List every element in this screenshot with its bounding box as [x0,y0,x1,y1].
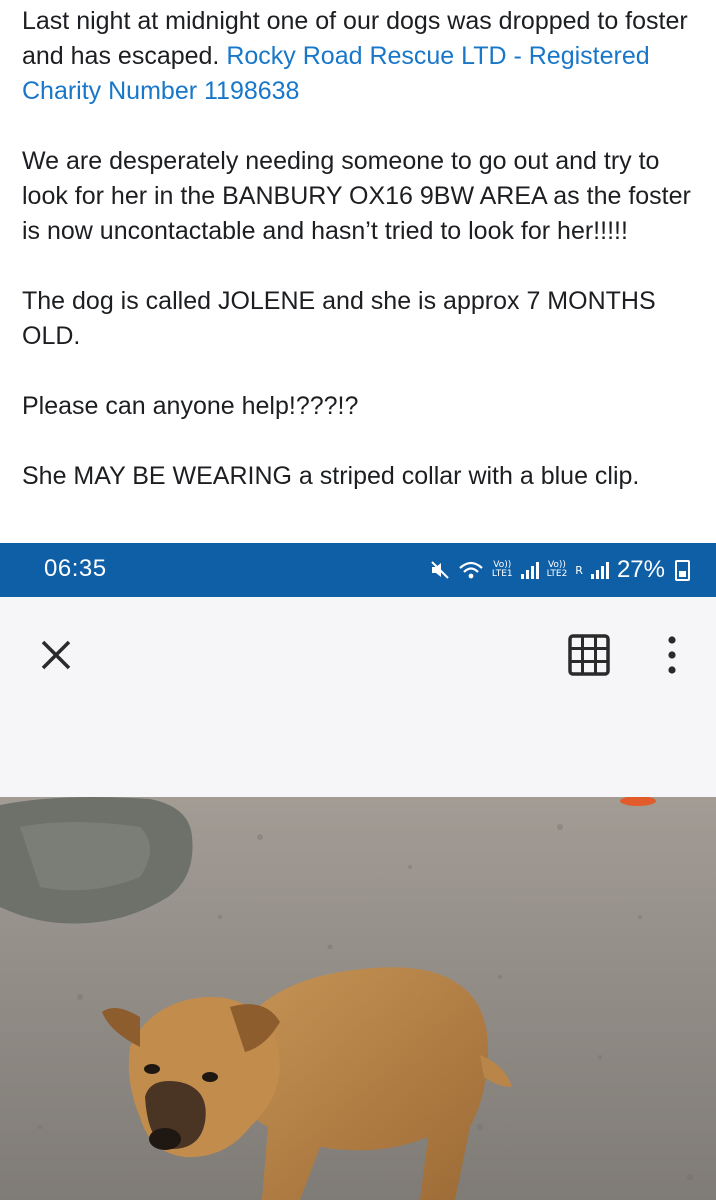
sim1-label: Vo)) LTE1 [491,560,513,579]
roaming-indicator: R [575,563,583,577]
dog-photo [0,797,716,1200]
embedded-screenshot: 06:35 Vo)) LTE1 Vo)) LTE2 R 27% [0,543,716,1200]
post-paragraph-2: We are desperately needing someone to go… [22,147,691,245]
signal-icon [520,561,539,579]
battery-percent: 27% [616,556,665,583]
grid-icon[interactable] [567,633,611,677]
more-vertical-icon[interactable] [662,633,682,677]
signal-icon-2 [590,561,609,579]
post-paragraph-1: Last night at midnight one of our dogs w… [22,4,702,109]
sim2-label: Vo)) LTE2 [546,560,568,579]
status-time: 06:35 [44,555,107,582]
post-body: Last night at midnight one of our dogs w… [22,4,702,494]
status-bar: 06:35 Vo)) LTE1 Vo)) LTE2 R 27% [0,543,716,597]
mute-icon [431,561,449,579]
post-paragraph-3: The dog is called JOLENE and she is appr… [22,287,656,350]
battery-icon [675,559,690,581]
wifi-icon [459,561,483,579]
status-icons: Vo)) LTE1 Vo)) LTE2 R 27% [430,553,690,587]
post-paragraph-5: She MAY BE WEARING a striped collar with… [22,462,640,490]
viewer-toolbar [0,597,716,797]
close-icon[interactable] [38,637,74,673]
post-paragraph-4: Please can anyone help!???!? [22,392,359,420]
